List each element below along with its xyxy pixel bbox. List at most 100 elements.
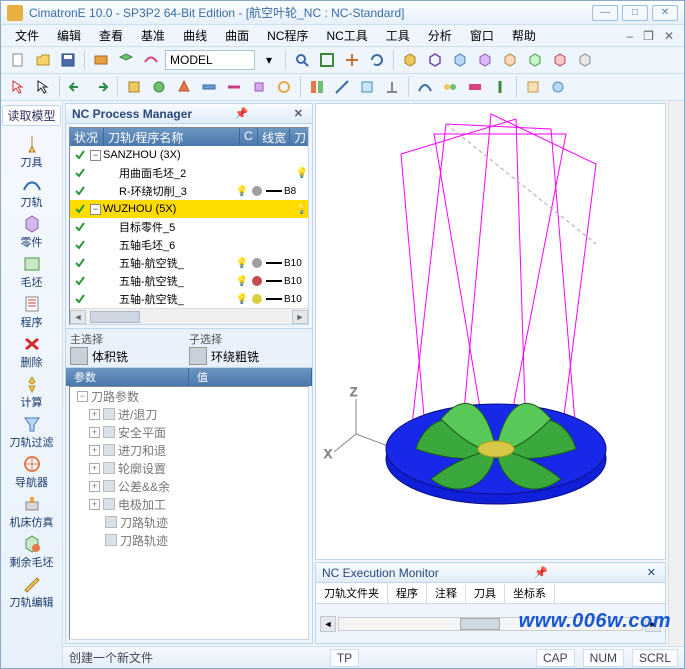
param-row[interactable]: +轮廓设置 bbox=[70, 459, 308, 477]
box2-icon[interactable] bbox=[424, 49, 446, 71]
exec-tab-prog[interactable]: 程序 bbox=[388, 583, 427, 603]
box4-icon[interactable] bbox=[474, 49, 496, 71]
tool6-icon[interactable] bbox=[248, 76, 270, 98]
param-row[interactable]: 刀路轨迹 bbox=[70, 513, 308, 531]
exec-tab-ucs[interactable]: 坐标系 bbox=[505, 583, 555, 603]
undo-icon[interactable] bbox=[65, 76, 87, 98]
param-row[interactable]: +电极加工 bbox=[70, 495, 308, 513]
open-button[interactable] bbox=[32, 49, 54, 71]
close-button[interactable]: ✕ bbox=[652, 5, 678, 21]
box7-icon[interactable] bbox=[549, 49, 571, 71]
tool11-icon[interactable] bbox=[381, 76, 403, 98]
maximize-button[interactable]: □ bbox=[622, 5, 648, 21]
tool4-icon[interactable] bbox=[198, 76, 220, 98]
box5-icon[interactable] bbox=[499, 49, 521, 71]
menu-window[interactable]: 窗口 bbox=[462, 25, 502, 46]
exec-pin-icon[interactable]: 📌 bbox=[531, 566, 551, 579]
zoom-window-icon[interactable] bbox=[291, 49, 313, 71]
sidebar-tab[interactable]: 读取模型 bbox=[2, 105, 60, 126]
arrow-black-icon[interactable] bbox=[32, 76, 54, 98]
tool7-icon[interactable] bbox=[273, 76, 295, 98]
tree-row[interactable]: −SANZHOU (3X) bbox=[70, 146, 308, 164]
tree-row[interactable]: 用曲面毛坯_2💡 bbox=[70, 164, 308, 182]
process-tree[interactable]: 状况 刀轨/程序名称 C 线宽 刀 −SANZHOU (3X)用曲面毛坯_2💡R… bbox=[69, 127, 309, 325]
menu-curve[interactable]: 曲线 bbox=[175, 25, 215, 46]
param-row[interactable]: +进刀和退 bbox=[70, 441, 308, 459]
param-row[interactable]: +进/退刀 bbox=[70, 405, 308, 423]
sidebar-delete[interactable]: 删除 bbox=[4, 332, 60, 370]
sidebar-stock[interactable]: 毛坯 bbox=[4, 252, 60, 290]
param-row[interactable]: +安全平面 bbox=[70, 423, 308, 441]
exec-close-icon[interactable]: ✕ bbox=[644, 566, 659, 579]
tool13-icon[interactable] bbox=[439, 76, 461, 98]
tree-row[interactable]: 五轴-航空铣_💡B10 bbox=[70, 254, 308, 272]
menu-datum[interactable]: 基准 bbox=[133, 25, 173, 46]
exec-tab-folder[interactable]: 刀轨文件夹 bbox=[316, 583, 388, 603]
doc-minimize-icon[interactable]: – bbox=[622, 29, 637, 43]
zoom-fit-icon[interactable] bbox=[316, 49, 338, 71]
tree-row[interactable]: 五轴毛坯_6 bbox=[70, 236, 308, 254]
rotate-icon[interactable] bbox=[366, 49, 388, 71]
mode-combo[interactable]: MODEL bbox=[165, 50, 255, 70]
save-button[interactable] bbox=[57, 49, 79, 71]
menu-analysis[interactable]: 分析 bbox=[420, 25, 460, 46]
sidebar-calc[interactable]: 计算 bbox=[4, 372, 60, 410]
tool8-icon[interactable] bbox=[306, 76, 328, 98]
tool1-icon[interactable] bbox=[123, 76, 145, 98]
param-row[interactable]: −刀路参数 bbox=[70, 387, 308, 405]
layer-icon[interactable] bbox=[115, 49, 137, 71]
redo-icon[interactable] bbox=[90, 76, 112, 98]
tool15-icon[interactable] bbox=[489, 76, 511, 98]
menu-help[interactable]: 帮助 bbox=[504, 25, 544, 46]
panel-close-icon[interactable]: ✕ bbox=[291, 107, 306, 120]
pin-icon[interactable]: 📌 bbox=[232, 107, 252, 120]
box6-icon[interactable] bbox=[524, 49, 546, 71]
tool5-icon[interactable] bbox=[223, 76, 245, 98]
arrow-red-icon[interactable] bbox=[7, 76, 29, 98]
box3-icon[interactable] bbox=[449, 49, 471, 71]
menu-file[interactable]: 文件 bbox=[7, 25, 47, 46]
sidebar-filter[interactable]: 刀轨过滤 bbox=[4, 412, 60, 450]
doc-close-icon[interactable]: ✕ bbox=[660, 29, 678, 43]
sidebar-tool[interactable]: 刀具 bbox=[4, 132, 60, 170]
menu-tools[interactable]: 工具 bbox=[378, 25, 418, 46]
tree-row[interactable]: 五轴-航空铣_💡B10 bbox=[70, 272, 308, 290]
param-row[interactable]: +公差&&余 bbox=[70, 477, 308, 495]
tool12-icon[interactable] bbox=[414, 76, 436, 98]
tool14-icon[interactable] bbox=[464, 76, 486, 98]
sidebar-editpath[interactable]: 刀轨编辑 bbox=[4, 572, 60, 610]
sidebar-toolpath[interactable]: 刀轨 bbox=[4, 172, 60, 210]
menu-surface[interactable]: 曲面 bbox=[217, 25, 257, 46]
param-row[interactable]: 刀路轨迹 bbox=[70, 531, 308, 549]
sel-main-value[interactable]: 体积铣 bbox=[70, 347, 189, 365]
tool3-icon[interactable] bbox=[173, 76, 195, 98]
tree-row[interactable]: 目标零件_5 bbox=[70, 218, 308, 236]
box1-icon[interactable] bbox=[399, 49, 421, 71]
tree-row[interactable]: R-环绕切削_3💡B8 bbox=[70, 182, 308, 200]
dropdown-icon[interactable]: ▾ bbox=[258, 49, 280, 71]
sidebar-program[interactable]: 程序 bbox=[4, 292, 60, 330]
sidebar-reststock[interactable]: 剩余毛坯 bbox=[4, 532, 60, 570]
surface-icon[interactable] bbox=[140, 49, 162, 71]
model-toggle-icon[interactable] bbox=[90, 49, 112, 71]
sidebar-part[interactable]: 零件 bbox=[4, 212, 60, 250]
box8-icon[interactable] bbox=[574, 49, 596, 71]
tool16-icon[interactable] bbox=[522, 76, 544, 98]
pan-icon[interactable] bbox=[341, 49, 363, 71]
menu-nctool[interactable]: NC工具 bbox=[318, 25, 375, 46]
doc-restore-icon[interactable]: ❐ bbox=[639, 29, 658, 43]
sel-sub-value[interactable]: 环绕粗铣 bbox=[189, 347, 308, 365]
tool17-icon[interactable] bbox=[547, 76, 569, 98]
sidebar-sim[interactable]: 机床仿真 bbox=[4, 492, 60, 530]
menu-ncprog[interactable]: NC程序 bbox=[259, 25, 316, 46]
tool10-icon[interactable] bbox=[356, 76, 378, 98]
sidebar-nav[interactable]: 导航器 bbox=[4, 452, 60, 490]
minimize-button[interactable]: — bbox=[592, 5, 618, 21]
menu-view[interactable]: 查看 bbox=[91, 25, 131, 46]
tool9-icon[interactable] bbox=[331, 76, 353, 98]
tree-row[interactable]: 五轴-航空铣_💡B10 bbox=[70, 290, 308, 308]
vertical-scrollbar[interactable] bbox=[668, 101, 684, 646]
menu-edit[interactable]: 编辑 bbox=[49, 25, 89, 46]
new-button[interactable] bbox=[7, 49, 29, 71]
tree-row[interactable]: −WUZHOU (5X)💡 bbox=[70, 200, 308, 218]
